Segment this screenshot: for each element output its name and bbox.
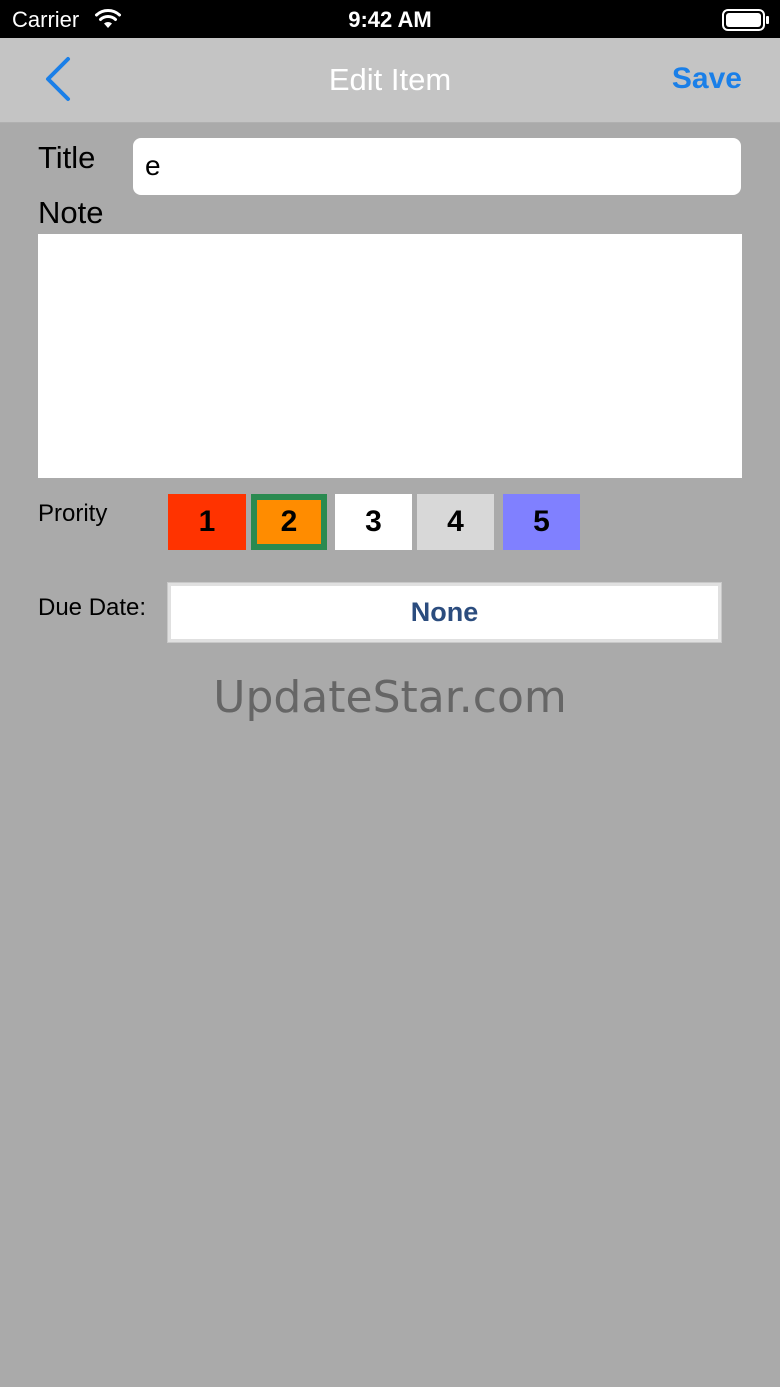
priority-4-button[interactable]: 4 bbox=[417, 494, 494, 550]
priority-1-button[interactable]: 1 bbox=[168, 494, 246, 550]
navigation-bar: Edit Item Save bbox=[0, 38, 780, 123]
title-label: Title bbox=[38, 140, 96, 175]
note-label: Note bbox=[38, 195, 104, 230]
battery-icon bbox=[722, 9, 769, 31]
title-input[interactable]: e bbox=[133, 138, 741, 195]
priority-3-button[interactable]: 3 bbox=[335, 494, 412, 550]
due-date-button[interactable]: None bbox=[167, 582, 722, 643]
page-title: Edit Item bbox=[328, 62, 452, 97]
status-time: 9:42 AM bbox=[348, 7, 432, 32]
due-date-label: Due Date: bbox=[38, 594, 147, 621]
note-textarea[interactable] bbox=[38, 234, 742, 478]
watermark: UpdateStar.com bbox=[213, 672, 567, 723]
priority-label: Prority bbox=[38, 500, 108, 527]
priority-2-button[interactable]: 2 bbox=[251, 494, 327, 550]
status-bar: Carrier 9:42 AM bbox=[0, 0, 780, 38]
priority-5-button[interactable]: 5 bbox=[503, 494, 580, 550]
save-button[interactable]: Save bbox=[672, 62, 742, 96]
